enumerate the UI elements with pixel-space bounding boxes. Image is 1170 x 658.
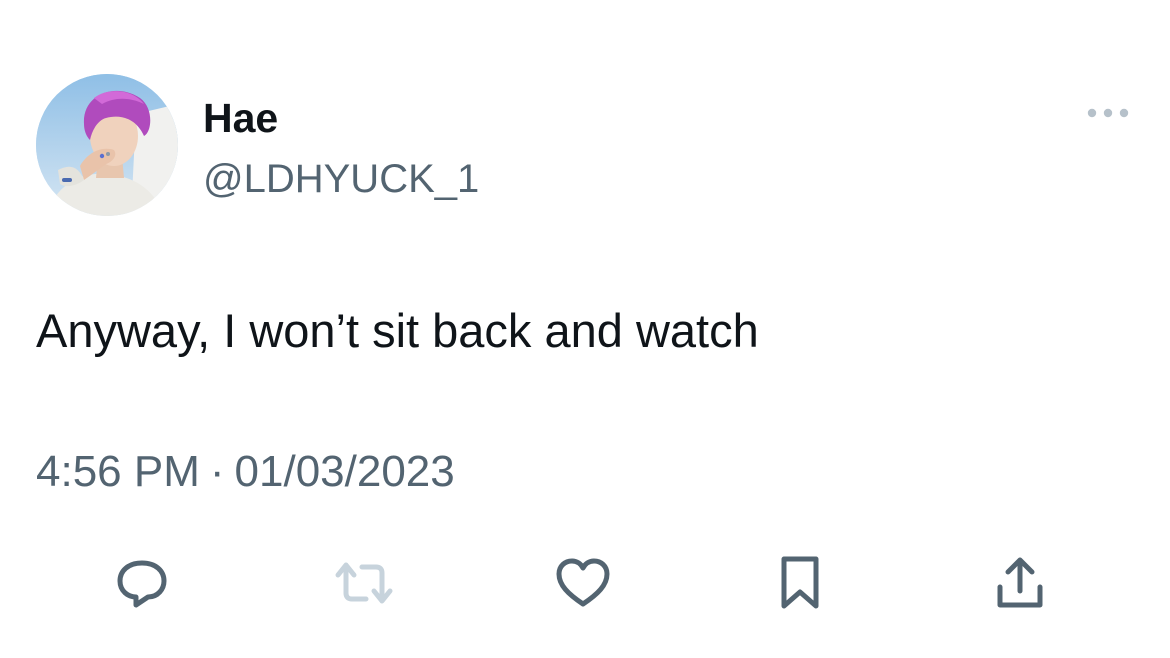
- tweet-date[interactable]: 01/03/2023: [235, 447, 455, 496]
- author-display-name[interactable]: Hae: [203, 94, 278, 142]
- retweet-button[interactable]: [334, 553, 394, 613]
- heart-icon: [554, 556, 612, 610]
- reply-bubble-icon: [114, 555, 170, 611]
- share-upload-icon: [992, 555, 1048, 611]
- tweet-time[interactable]: 4:56 PM: [36, 447, 200, 496]
- tweet-text: Anyway, I won’t sit back and watch: [36, 304, 759, 357]
- bookmark-icon: [776, 554, 824, 612]
- more-options-button[interactable]: [1084, 100, 1132, 130]
- retweet-icon: [332, 555, 396, 611]
- author-handle[interactable]: @LDHYUCK_1: [203, 155, 479, 203]
- bookmark-button[interactable]: [770, 553, 830, 613]
- tweet-timestamp[interactable]: 4:56 PM · 01/03/2023: [36, 444, 455, 500]
- timestamp-separator: ·: [209, 447, 225, 496]
- avatar[interactable]: [36, 74, 178, 216]
- avatar-photo: [36, 74, 178, 216]
- like-button[interactable]: [553, 553, 613, 613]
- more-horizontal-icon: [1086, 106, 1130, 124]
- share-button[interactable]: [990, 553, 1050, 613]
- reply-button[interactable]: [112, 553, 172, 613]
